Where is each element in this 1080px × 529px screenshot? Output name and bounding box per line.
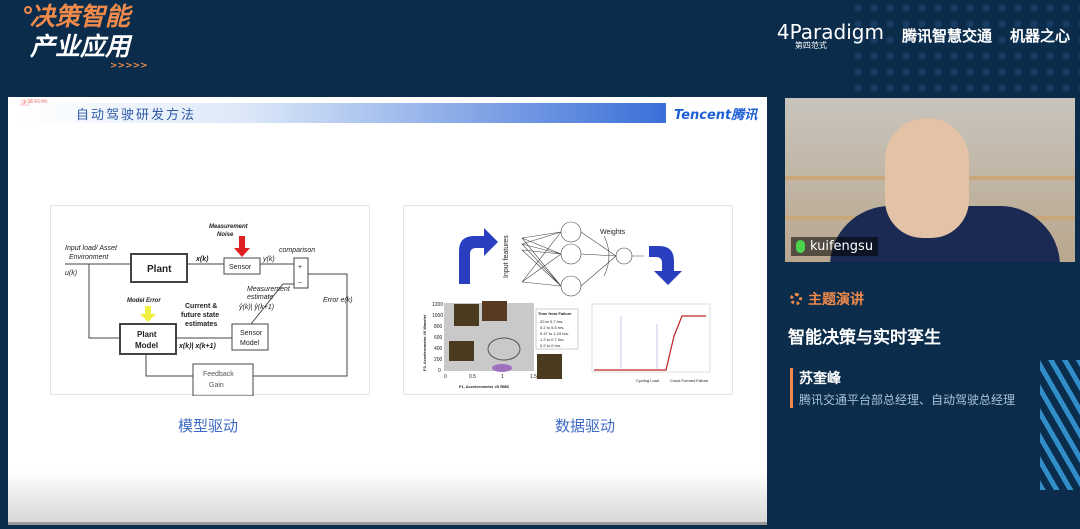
talk-info: 主题演讲 智能决策与实时孪生 苏奎峰 腾讯交通平台部总经理、自动驾驶总经理 [788, 289, 1015, 408]
ring-icon [790, 293, 802, 305]
svg-text:Model: Model [135, 341, 158, 350]
svg-text:future state: future state [181, 312, 219, 319]
svg-text:x(k): x(k) [195, 256, 209, 263]
tencent-traffic-logo: 腾讯智慧交通 [901, 27, 992, 45]
curved-arrow-icon [649, 246, 682, 285]
svg-text:Feedback: Feedback [203, 371, 234, 378]
svg-text:estimate: estimate [247, 294, 274, 301]
svg-text:Input load/ Asset: Input load/ Asset [65, 245, 118, 252]
speaker-role: 腾讯交通平台部总经理、自动驾驶总经理 [799, 393, 1016, 407]
svg-text:F1, Accelerometer #0 RMS: F1, Accelerometer #0 RMS [459, 384, 509, 389]
svg-text:800: 800 [434, 324, 443, 330]
svg-text:u(k): u(k) [65, 270, 77, 277]
svg-text:x(k)| x(k+1): x(k)| x(k+1) [178, 343, 216, 350]
speaker-name: 苏奎峰 [799, 371, 841, 387]
svg-text:Noise: Noise [217, 232, 234, 238]
svg-text:Crack Formed: Crack Formed [670, 378, 695, 383]
speaker-webcam: kuifengsu [785, 98, 1075, 262]
svg-text:Environment: Environment [69, 254, 109, 261]
svg-text:Plant: Plant [147, 264, 172, 275]
svg-text:Model Error: Model Error [127, 298, 161, 304]
svg-text:Model: Model [240, 340, 260, 347]
participant-name: kuifengsu [810, 239, 874, 254]
svg-text:ŷ(k)| ŷ(k+1): ŷ(k)| ŷ(k+1) [238, 304, 274, 311]
svg-text:0: 0 [438, 368, 441, 374]
svg-text:Input features: Input features [503, 235, 510, 278]
svg-text:0.2 to 5.5 hrs.: 0.2 to 5.5 hrs. [540, 325, 564, 330]
svg-text:+: + [298, 264, 302, 271]
event-title-2: 产业应用 [30, 32, 131, 61]
svg-text:0: 0 [444, 374, 447, 380]
svg-text:y(k): y(k) [262, 256, 275, 263]
svg-text:Measurement: Measurement [247, 286, 291, 293]
svg-text:1000: 1000 [432, 313, 443, 319]
talk-tag-label: 主题演讲 [808, 292, 864, 308]
paradigm-logo: 4Paradigm 第四范式 [776, 20, 884, 50]
svg-text:estimates: estimates [185, 321, 217, 328]
svg-text:1.5: 1.5 [530, 374, 537, 380]
slide-title: 自动驾驶研发方法 [76, 108, 197, 123]
participant-label: kuifengsu [791, 237, 879, 256]
svg-text:0.5: 0.5 [469, 374, 476, 380]
talk-tag: 主题演讲 [790, 289, 1015, 309]
sponsor-logos: 4Paradigm 第四范式 腾讯智慧交通 机器之心 [777, 20, 1070, 51]
decorative-stripes [1040, 360, 1080, 490]
svg-text:−: − [298, 280, 302, 287]
svg-text:Time from Failure: Time from Failure [538, 311, 572, 316]
svg-text:600: 600 [434, 335, 443, 341]
svg-text:F2, Accelerometer #0 Wavelet: F2, Accelerometer #0 Wavelet [422, 314, 427, 371]
svg-text:0.2 to 0 hrs.: 0.2 to 0 hrs. [540, 343, 561, 348]
svg-text:1.2 to 0.7 hrs.: 1.2 to 0.7 hrs. [540, 337, 564, 342]
microphone-icon [796, 240, 805, 253]
svg-text:Error e(k): Error e(k) [323, 297, 353, 304]
model-driven-diagram: Input load/ Asset Environment u(k) Measu… [50, 205, 370, 397]
svg-text:comparison: comparison [279, 247, 315, 254]
speaker-info: 苏奎峰 腾讯交通平台部总经理、自动驾驶总经理 [790, 368, 1015, 408]
svg-text:0.47 to 1.24 hrs.: 0.47 to 1.24 hrs. [540, 331, 569, 336]
event-title-1: 决策智能 [30, 2, 131, 31]
svg-text:Failure: Failure [696, 378, 709, 383]
svg-text:1200: 1200 [432, 302, 443, 308]
svg-text:200: 200 [434, 357, 443, 363]
tencent-logo: Tencent腾讯 [674, 108, 758, 123]
svg-text:Sensor: Sensor [240, 330, 263, 337]
svg-text:Gain: Gain [209, 382, 224, 389]
svg-text:Sensor: Sensor [229, 264, 252, 271]
chevrons: >>>>> [110, 61, 148, 71]
svg-text:Cycling Load: Cycling Load [636, 378, 659, 383]
svg-text:400: 400 [434, 346, 443, 352]
svg-text:1: 1 [501, 374, 504, 380]
shared-slide: 决策智能 自动驾驶研发方法 Tencent腾讯 Input load/ Asse… [8, 97, 767, 525]
data-driven-diagram: Input features Weights 1200 1000 800 600 400… [403, 205, 733, 395]
talk-title: 智能决策与实时孪生 [788, 328, 941, 348]
svg-text:Measurement: Measurement [209, 224, 249, 230]
svg-text:20 to 0.7 hrs.: 20 to 0.7 hrs. [540, 319, 563, 324]
speaker-face [885, 118, 969, 238]
caption-data-driven: 数据驱动 [555, 417, 616, 435]
curved-arrow-icon [459, 228, 498, 284]
jiqizhixin-logo: 机器之心 [1009, 27, 1070, 45]
event-logo: 决策智能 产业应用 >>>>> [24, 2, 148, 71]
svg-text:Current &: Current & [185, 303, 217, 310]
svg-text:Plant: Plant [137, 330, 157, 339]
caption-model-driven: 模型驱动 [178, 417, 239, 435]
svg-text:Weights: Weights [600, 229, 626, 236]
